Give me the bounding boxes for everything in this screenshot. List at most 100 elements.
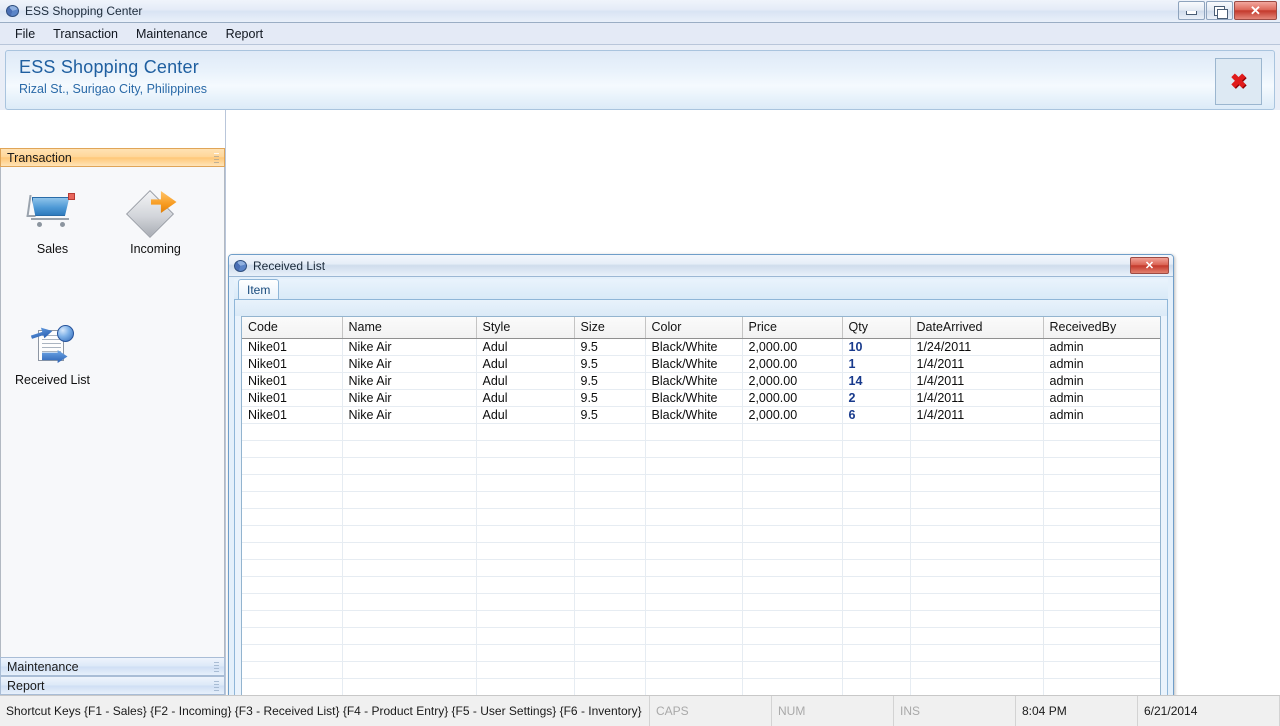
cell-size: 9.5 (574, 372, 646, 390)
table-row[interactable]: Nike01 Nike Air Adul 9.5 Black/White 2,000.00… (242, 355, 1160, 373)
sidebar-panel-maintenance[interactable]: Maintenance (0, 657, 225, 676)
banner-close-button[interactable]: ✖ (1215, 58, 1262, 105)
tab-item[interactable]: Item (238, 279, 280, 299)
status-caps: CAPS (650, 696, 772, 726)
cell-date_arrived: 1/24/2011 (910, 338, 1044, 356)
dialog-titlebar: Received List ✕ (229, 255, 1173, 277)
incoming-arrow-icon (125, 187, 183, 239)
column-header-price[interactable]: Price (742, 317, 843, 339)
app-banner: ESS Shopping Center Rizal St., Surigao C… (5, 50, 1275, 110)
grid-row-divider (242, 575, 1160, 577)
sidebar: Transaction Sales Incoming Received List… (0, 110, 226, 695)
menu-item-file[interactable]: File (6, 25, 44, 43)
window-controls: ✕ (1178, 1, 1277, 20)
cell-size: 9.5 (574, 355, 646, 373)
column-header-datearrived[interactable]: DateArrived (910, 317, 1044, 339)
cell-code: Nike01 (242, 372, 343, 390)
cell-name: Nike Air (342, 355, 477, 373)
cell-code: Nike01 (242, 338, 343, 356)
table-row[interactable]: Nike01 Nike Air Adul 9.5 Black/White 2,000.00… (242, 406, 1160, 424)
menu-item-transaction[interactable]: Transaction (44, 25, 127, 43)
status-num: NUM (772, 696, 894, 726)
dialog-close-button[interactable]: ✕ (1130, 257, 1169, 274)
cell-name: Nike Air (342, 406, 477, 424)
grid-row-divider (242, 660, 1160, 662)
shopping-cart-icon (25, 187, 80, 235)
grid-row-divider (242, 558, 1160, 560)
received-list-grid[interactable]: Code Name Style Size Color Price Qty Dat… (241, 316, 1161, 695)
status-bar: Shortcut Keys {F1 - Sales} {F2 - Incomin… (0, 695, 1280, 726)
sidebar-item-incoming[interactable]: Incoming (104, 179, 207, 268)
minimize-button[interactable] (1178, 1, 1205, 20)
cell-color: Black/White (645, 406, 743, 424)
cell-received_by: admin (1043, 389, 1160, 407)
column-header-style[interactable]: Style (476, 317, 575, 339)
dialog-content: Item Code Name Style Size Color Price Qt… (229, 277, 1173, 695)
sidebar-panel-report-label: Report (7, 678, 45, 693)
sidebar-item-received-list[interactable]: Received List (1, 310, 104, 399)
application-window: ESS Shopping Center ✕ File Transaction M… (0, 0, 1280, 726)
grid-row-divider (242, 456, 1160, 458)
grid-row-divider (242, 473, 1160, 475)
cell-qty: 14 (842, 372, 911, 390)
sidebar-panel-transaction[interactable]: Transaction (0, 148, 225, 167)
cell-qty: 1 (842, 355, 911, 373)
cell-price: 2,000.00 (742, 389, 843, 407)
cell-price: 2,000.00 (742, 355, 843, 373)
menu-item-report[interactable]: Report (217, 25, 273, 43)
cell-received_by: admin (1043, 406, 1160, 424)
table-row[interactable]: Nike01 Nike Air Adul 9.5 Black/White 2,000.00… (242, 372, 1160, 390)
cell-date_arrived: 1/4/2011 (910, 406, 1044, 424)
column-header-receivedby[interactable]: ReceivedBy (1043, 317, 1160, 339)
cell-received_by: admin (1043, 372, 1160, 390)
cell-received_by: admin (1043, 355, 1160, 373)
cell-code: Nike01 (242, 389, 343, 407)
cell-date_arrived: 1/4/2011 (910, 389, 1044, 407)
cell-qty: 2 (842, 389, 911, 407)
cell-size: 9.5 (574, 389, 646, 407)
grid-row-divider (242, 592, 1160, 594)
sidebar-panel-report[interactable]: Report (0, 676, 225, 695)
pie-chart-icon (234, 259, 248, 273)
tab-page-item: Code Name Style Size Color Price Qty Dat… (234, 300, 1168, 695)
cell-code: Nike01 (242, 406, 343, 424)
tab-control: Item Code Name Style Size Color Price Qt… (234, 279, 1168, 695)
cell-color: Black/White (645, 389, 743, 407)
column-header-code[interactable]: Code (242, 317, 343, 339)
cell-color: Black/White (645, 338, 743, 356)
menu-item-maintenance[interactable]: Maintenance (127, 25, 217, 43)
grid-row-divider (242, 524, 1160, 526)
sidebar-item-incoming-label: Incoming (130, 242, 181, 256)
cell-style: Adul (476, 389, 575, 407)
column-header-color[interactable]: Color (645, 317, 743, 339)
cell-price: 2,000.00 (742, 338, 843, 356)
table-row[interactable]: Nike01 Nike Air Adul 9.5 Black/White 2,000.00… (242, 389, 1160, 407)
cell-style: Adul (476, 372, 575, 390)
column-header-name[interactable]: Name (342, 317, 477, 339)
received-list-icon (26, 318, 80, 366)
column-header-qty[interactable]: Qty (842, 317, 911, 339)
maximize-button[interactable] (1206, 1, 1233, 20)
cell-color: Black/White (645, 355, 743, 373)
sidebar-item-sales-label: Sales (36, 242, 69, 256)
window-title: ESS Shopping Center (25, 4, 143, 18)
cell-qty: 10 (842, 338, 911, 356)
status-ins: INS (894, 696, 1016, 726)
grip-icon (214, 662, 219, 673)
sidebar-item-sales[interactable]: Sales (1, 179, 104, 268)
banner-title: ESS Shopping Center (19, 57, 199, 77)
pie-chart-icon (6, 4, 20, 18)
status-shortcuts: Shortcut Keys {F1 - Sales} {F2 - Incomin… (0, 696, 650, 726)
close-button[interactable]: ✕ (1234, 1, 1277, 20)
cell-price: 2,000.00 (742, 406, 843, 424)
cell-style: Adul (476, 355, 575, 373)
column-header-size[interactable]: Size (574, 317, 646, 339)
cell-code: Nike01 (242, 355, 343, 373)
grid-row-divider (242, 626, 1160, 628)
cell-size: 9.5 (574, 338, 646, 356)
sidebar-item-received-list-label: Received List (14, 373, 91, 387)
table-row[interactable]: Nike01 Nike Air Adul 9.5 Black/White 2,000.00… (242, 338, 1160, 356)
grip-icon (214, 681, 219, 692)
sidebar-panel-maintenance-label: Maintenance (7, 659, 79, 674)
grid-empty-area (242, 423, 1160, 695)
